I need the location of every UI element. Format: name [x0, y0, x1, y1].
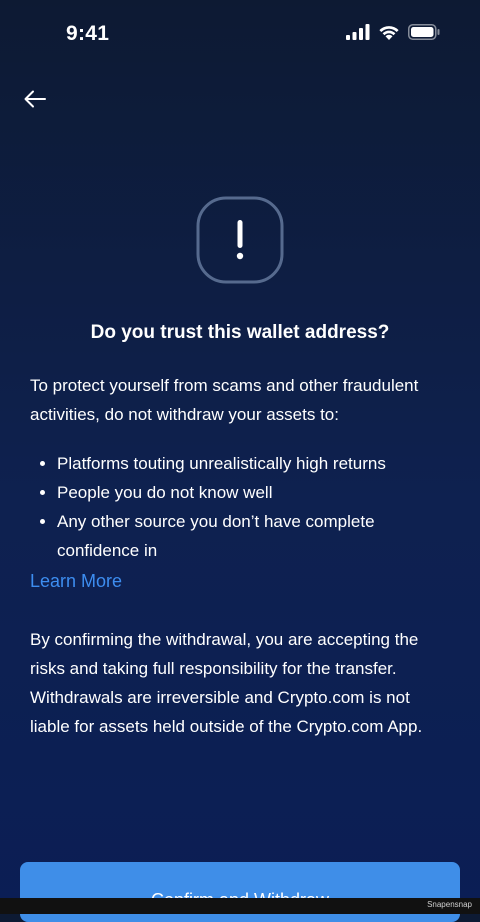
status-time: 9:41 — [66, 22, 110, 45]
learn-more-link[interactable]: Learn More — [30, 567, 452, 596]
list-item: Platforms touting unrealistically high r… — [30, 449, 452, 478]
warning-list: Platforms touting unrealistically high r… — [30, 449, 452, 565]
list-item-text: People you do not know well — [57, 483, 273, 502]
watermark: Snapensnap — [427, 900, 472, 909]
exclamation-icon — [196, 196, 284, 284]
wifi-icon — [379, 26, 399, 40]
arrow-left-icon[interactable] — [24, 90, 46, 108]
list-item: Any other source you don’t have complete… — [30, 507, 452, 565]
battery-icon — [408, 24, 440, 40]
cellular-signal-icon — [346, 24, 370, 40]
list-item-text: Any other source you don’t have complete… — [57, 512, 375, 560]
bullet-dot — [40, 519, 45, 524]
page-title: Do you trust this wallet address? — [90, 322, 390, 343]
status-bar: 9:41 — [0, 0, 480, 70]
list-item-text: Platforms touting unrealistically high r… — [57, 454, 386, 473]
bullet-dot — [40, 461, 45, 466]
disclaimer-text: By confirming the withdrawal, you are ac… — [30, 630, 423, 736]
intro-text: To protect yourself from scams and other… — [30, 376, 419, 424]
list-item: People you do not know well — [30, 478, 452, 507]
status-icons — [346, 24, 440, 40]
back-button[interactable] — [18, 82, 52, 116]
warning-content: To protect yourself from scams and other… — [30, 371, 452, 741]
watermark-bar: Snapensnap — [0, 898, 480, 914]
bullet-dot — [40, 490, 45, 495]
